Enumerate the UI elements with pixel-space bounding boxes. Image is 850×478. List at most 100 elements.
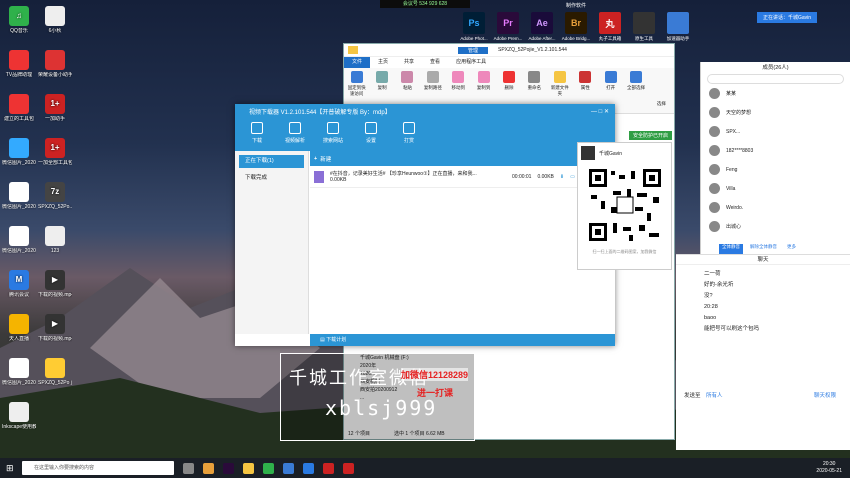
desktop-icon[interactable]: 天人直播: [2, 314, 36, 342]
ribbon-icon: [579, 71, 592, 83]
ribbon-tab[interactable]: 应用程序工具: [448, 57, 494, 68]
app-icon[interactable]: [283, 462, 294, 474]
member-row[interactable]: Feng: [701, 160, 850, 179]
folder-open-icon[interactable]: ▭: [570, 174, 575, 180]
desktop-icon-label: SPXZQ_52Po...: [38, 204, 72, 210]
task-view-icon[interactable]: [183, 462, 194, 474]
desktop-icon-label: 下载的视频.mp4: [38, 336, 72, 342]
desktop-icon[interactable]: ▶ 下载的视频.mp4: [38, 270, 72, 298]
desktop-icon[interactable]: 6小秋: [38, 6, 72, 34]
member-row[interactable]: 天空的梦想: [701, 103, 850, 122]
qr-name: 千城Gavin: [599, 150, 623, 157]
sidebar-item[interactable]: 正在下载(1): [239, 155, 304, 168]
desktop-icon-label: TV品牌助理: [5, 72, 33, 78]
clock[interactable]: 20:30 2020-05-21: [816, 461, 842, 475]
toolbar-button[interactable]: 打赏: [395, 119, 423, 151]
app-icon: 1+: [45, 138, 65, 158]
member-action-button[interactable]: 解除全体静音: [747, 244, 780, 254]
member-name: Villa: [726, 185, 736, 192]
app-shortcut[interactable]: Pr: [497, 12, 519, 34]
desktop-icon[interactable]: Inkscape使用教程: [2, 402, 36, 430]
meeting-icon[interactable]: [303, 462, 314, 474]
download-plan-label: 下载计划: [326, 337, 347, 343]
toolbar-icon: [365, 122, 377, 134]
start-icon[interactable]: ⊞: [6, 463, 14, 474]
member-row[interactable]: 某某: [701, 84, 850, 103]
member-row[interactable]: Villa: [701, 179, 850, 198]
desktop-icon[interactable]: ▶ 下载的视频.mp4: [38, 314, 72, 342]
chat-permission-button[interactable]: 聊天权限: [814, 391, 836, 399]
desktop-icon[interactable]: 7z SPXZQ_52Po...: [38, 182, 72, 210]
desktop-icon[interactable]: 123: [38, 226, 72, 254]
app-shortcut[interactable]: Ae: [531, 12, 553, 34]
app-icon: [45, 6, 65, 26]
downloader-sidebar: 正在下载(1) 下载完成: [235, 151, 309, 334]
member-row[interactable]: 出城心: [701, 217, 850, 236]
chat-title: 聊天: [676, 255, 850, 265]
toolbar-button[interactable]: 下载: [243, 119, 271, 151]
desktop-icon[interactable]: 微信图片_20200519224...: [2, 138, 36, 166]
send-to-row: 发送至 所有人: [684, 391, 723, 399]
desktop-icon[interactable]: M 腾讯会议: [2, 270, 36, 298]
member-row[interactable]: SPX...: [701, 122, 850, 141]
new-task-button[interactable]: 新建: [320, 155, 331, 163]
security-badge: 安全防护已开启: [628, 131, 672, 140]
desktop-icon[interactable]: 微信图片_202005212...: [2, 226, 36, 254]
app-shortcut[interactable]: Ps: [463, 12, 485, 34]
send-to-select[interactable]: 所有人: [706, 393, 723, 399]
plus-icon[interactable]: +: [314, 156, 317, 162]
desktop-icon[interactable]: 微信图片_20200519...: [2, 358, 36, 386]
toolbar-button[interactable]: 视频解析: [281, 119, 309, 151]
chrome-icon[interactable]: [203, 462, 214, 474]
toolbar-icon: [327, 122, 339, 134]
sidebar-item[interactable]: 下载完成: [239, 172, 304, 185]
ribbon-icon: [553, 71, 566, 83]
member-search-input[interactable]: [707, 74, 844, 84]
desktop-icon-label: 微信图片_202005212...: [2, 248, 36, 254]
ribbon-tabs: 文件 主页 共享 查看 应用程序工具: [344, 57, 674, 68]
ribbon-tab[interactable]: 主页: [370, 57, 396, 68]
download-plan-bar[interactable]: ▤ 下载计划: [310, 334, 615, 346]
download-arrow-icon[interactable]: ⬇: [560, 174, 564, 180]
desktop-icon[interactable]: 荣耀设备小助手: [38, 50, 72, 78]
desktop-icon[interactable]: 微信图片_20200519224...: [2, 182, 36, 210]
netease-icon[interactable]: [323, 462, 334, 474]
member-action-button[interactable]: 更多: [784, 244, 799, 254]
app-shortcut[interactable]: [633, 12, 655, 34]
member-row[interactable]: Weirdo.: [701, 198, 850, 217]
window-controls[interactable]: — □ ✕: [591, 108, 609, 115]
ribbon-tab[interactable]: 文件: [344, 57, 371, 68]
explorer-title: SPXZQ_52Pojie_V1.2.101.544: [498, 47, 567, 53]
toolbar-button[interactable]: 搜索网站: [319, 119, 347, 151]
member-row[interactable]: 182****8803: [701, 141, 850, 160]
download-row[interactable]: #在抖音，记录美好生活# 【珍享Heunwoo①】正在直播，来和我... 0.0…: [310, 166, 615, 188]
toolbar-button[interactable]: 设置: [357, 119, 385, 151]
desktop-icon[interactable]: 1+ 一加助手: [38, 94, 72, 122]
app-shortcut[interactable]: [667, 12, 689, 34]
app-shortcut[interactable]: 丸: [599, 12, 621, 34]
desktop-icon[interactable]: 1+ 一加全部工具包: [38, 138, 72, 166]
explorer-icon[interactable]: [243, 462, 254, 474]
ribbon-tab[interactable]: 查看: [422, 57, 448, 68]
desktop-icon[interactable]: SPXZQ_52Po jie_V1.2.101...: [38, 358, 72, 386]
download-speed: 0.00KB: [537, 173, 554, 180]
desktop-icon[interactable]: 建立的工具包: [2, 94, 36, 122]
ribbon-label: 复制到: [476, 85, 491, 90]
desktop-icon[interactable]: TV品牌助理: [2, 50, 36, 78]
watermark-red2: 进一打课: [417, 388, 454, 398]
downloader-taskbar-icon[interactable]: [343, 462, 354, 474]
new-task-bar: + 新建: [310, 151, 615, 166]
ribbon-icon: [503, 71, 516, 83]
taskbar-search[interactable]: 在这里输入你要搜索的内容: [22, 461, 174, 475]
avatar: [709, 88, 720, 99]
desktop-icon[interactable]: ♫ QQ音乐: [2, 6, 36, 34]
ribbon-tab[interactable]: 共享: [396, 57, 422, 68]
member-action-button[interactable]: 全体静音: [719, 244, 743, 254]
app-shortcut[interactable]: Br: [565, 12, 587, 34]
downloader-main: + 新建 #在抖音，记录美好生活# 【珍享Heunwoo①】正在直播，来和我..…: [310, 151, 615, 334]
qr-code-image: [587, 167, 663, 243]
wechat-icon[interactable]: [263, 462, 274, 474]
ribbon-button[interactable]: 全部选择: [626, 71, 645, 110]
manage-tab[interactable]: 管理: [458, 46, 489, 54]
premiere-icon[interactable]: [223, 462, 234, 474]
